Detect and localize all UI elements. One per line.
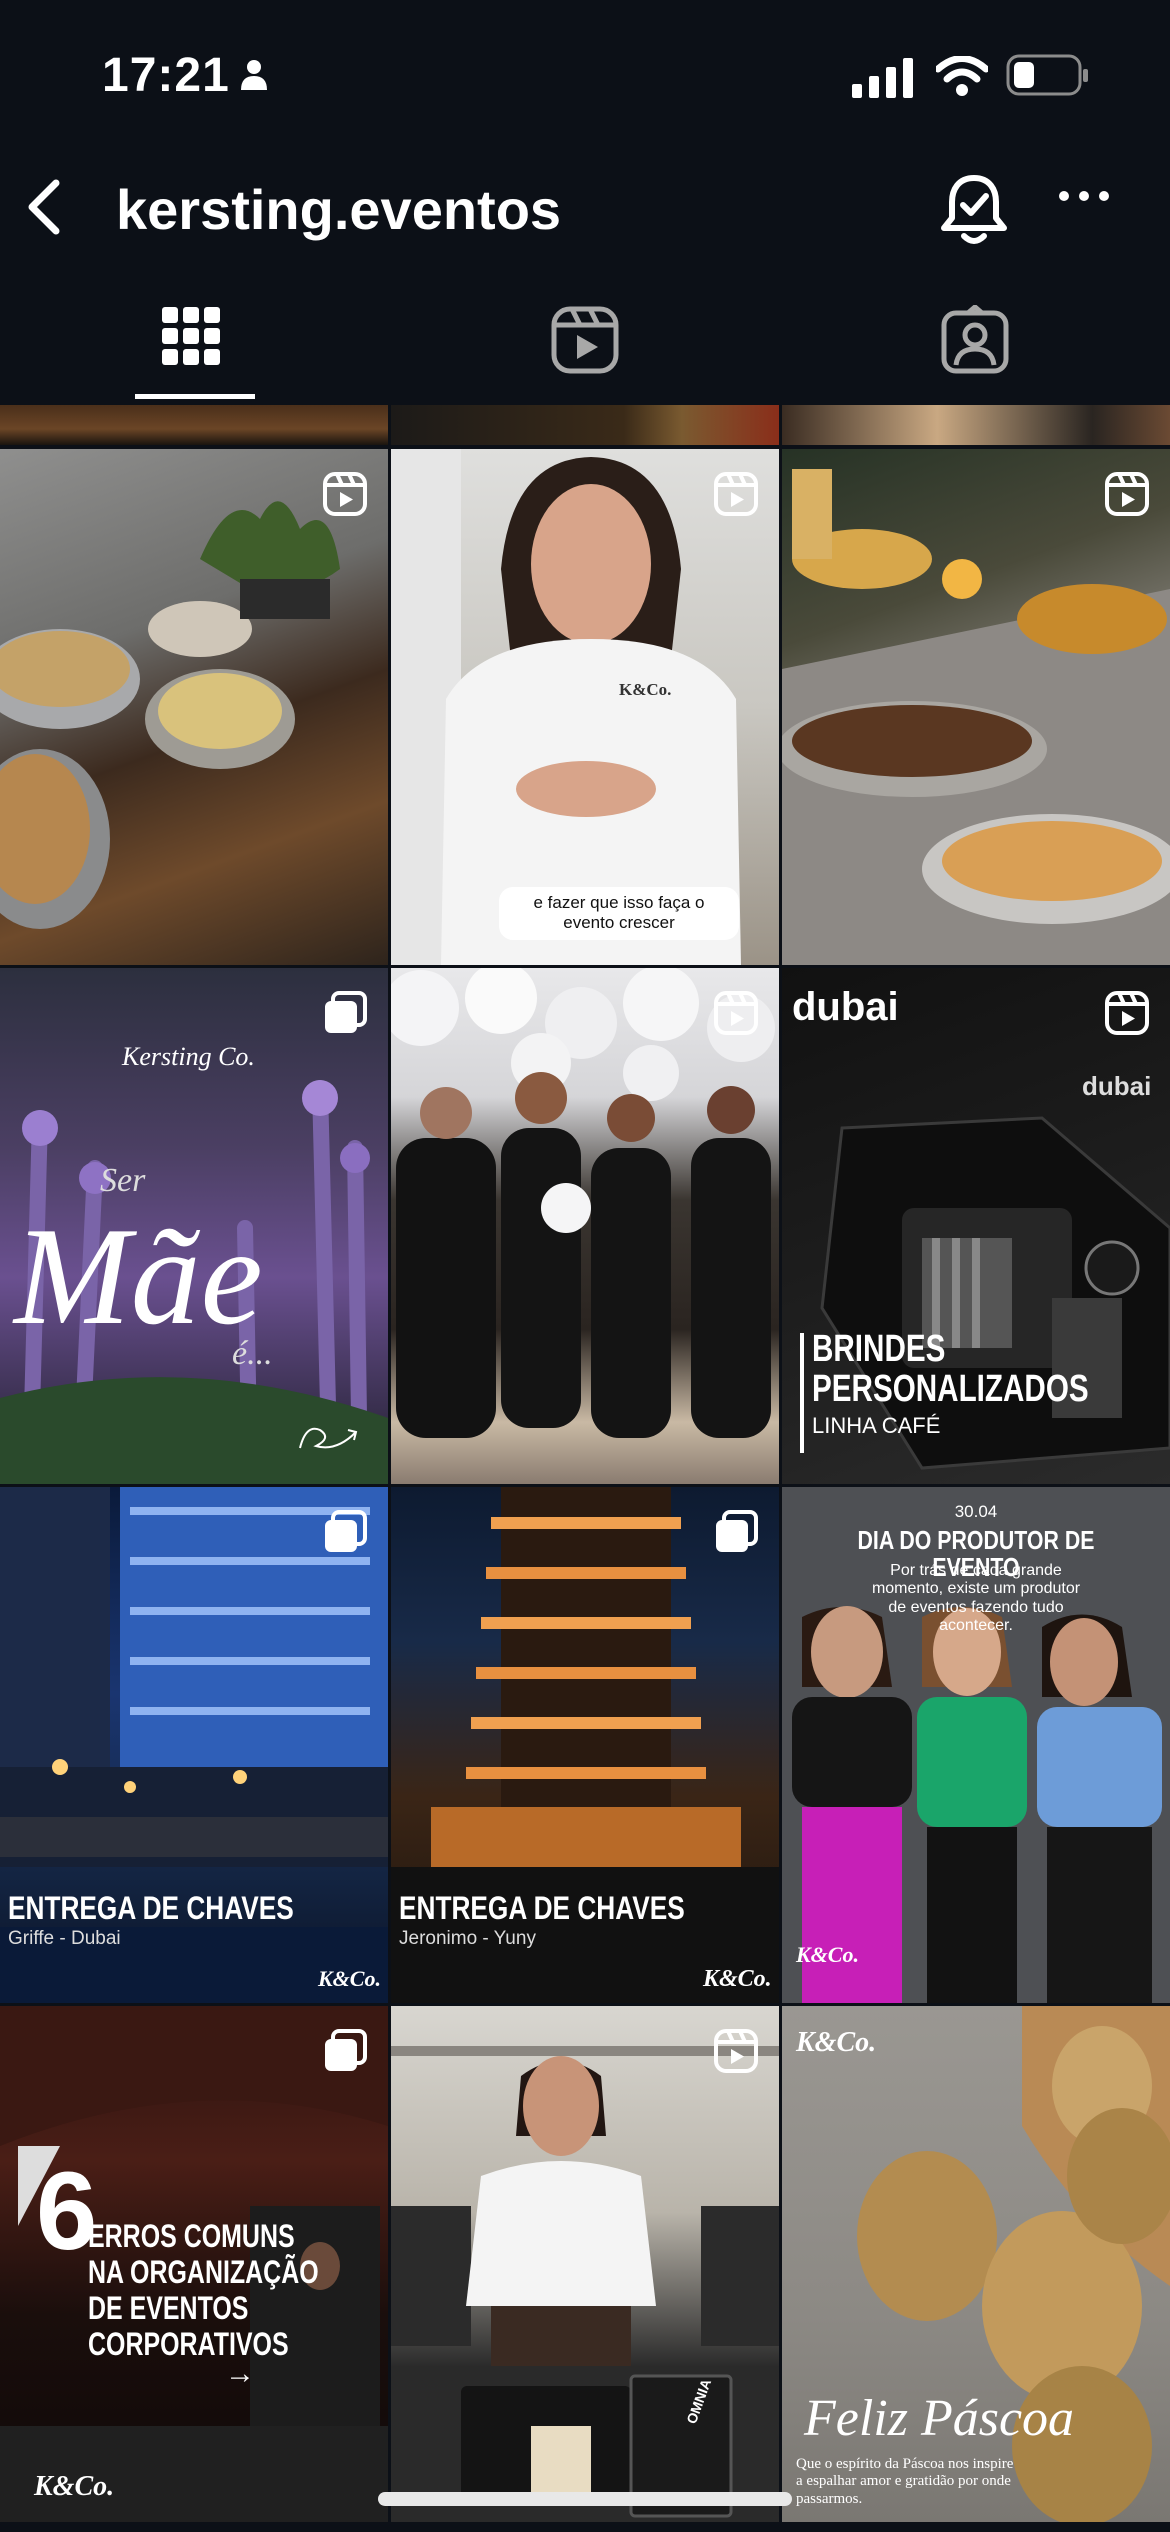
post-thumbnail[interactable]: dubai dubai BRINDES PERSONALIZADOS LINHA… (782, 968, 1170, 1484)
arrow-swirl-icon (299, 1427, 358, 1449)
post-thumbnail[interactable] (0, 449, 388, 965)
script-greeting: Feliz Páscoa (804, 2390, 1075, 2447)
post-thumbnail-partial[interactable] (0, 405, 388, 445)
post-subtitle: LINHA CAFÉ (812, 1413, 941, 1438)
back-arrow-icon[interactable] (22, 175, 66, 239)
profile-username: kersting.eventos (116, 178, 562, 241)
person-icon (241, 60, 267, 90)
post-subtitle: Griffe - Dubai (8, 1928, 121, 1949)
post-text: Por trás de cada grande momento, existe … (871, 1562, 1081, 1635)
dubai-logo: dubai (792, 985, 899, 1029)
post-thumbnail[interactable]: ENTREGA DE CHAVES Griffe - Dubai K&Co. (0, 1487, 388, 2003)
reel-icon (323, 472, 367, 516)
post-thumbnail[interactable]: 30.04 DIA DO PRODUTOR DE EVENTO Por trás… (782, 1487, 1170, 2003)
status-bar: 17:21 (0, 0, 1170, 150)
kco-logo: K&Co. (318, 1966, 381, 1991)
post-thumbnail[interactable]: OMNIA (391, 2006, 779, 2522)
reel-icon (714, 2029, 758, 2073)
battery-icon (1006, 54, 1088, 96)
post-thumbnail[interactable]: K&Co. e fazer que isso faça o evento cre… (391, 449, 779, 965)
post-thumbnail-partial[interactable] (391, 405, 779, 445)
post-arrow: → (225, 2357, 255, 2390)
carousel-icon (325, 1510, 367, 1552)
kco-logo: K&Co. (703, 1966, 772, 1992)
post-thumbnail[interactable]: Kersting Co. Ser Mãe é... (0, 968, 388, 1484)
cellular-signal-icon (852, 58, 913, 98)
post-title-line2: PERSONALIZADOS (812, 1368, 1089, 1410)
wifi-icon (936, 56, 988, 96)
tab-reels[interactable] (390, 275, 780, 405)
reel-icon (714, 472, 758, 516)
carousel-icon (716, 1510, 758, 1552)
shirt-logo: K&Co. (619, 680, 672, 699)
script-text-big: Mãe (14, 1199, 263, 1354)
carousel-icon (325, 2029, 367, 2071)
dubai-box-logo: dubai (1082, 1071, 1152, 1101)
reels-icon (551, 306, 619, 374)
brand-text: Kersting Co. (122, 1042, 255, 1071)
kco-logo: K&Co. (796, 2027, 877, 2058)
catering-table-image (782, 469, 1170, 965)
post-subtitle: Jeronimo - Yuny (399, 1928, 536, 1949)
post-thumbnail-partial[interactable] (782, 405, 1170, 445)
video-caption: e fazer que isso faça o evento crescer (499, 887, 739, 940)
status-time: 17:21 (102, 49, 230, 102)
kco-logo: K&Co. (796, 1942, 859, 1967)
tagged-user-icon (941, 305, 1009, 374)
post-title: ENTREGA DE CHAVES (8, 1890, 294, 1926)
kco-logo: K&Co. (34, 2471, 115, 2502)
post-title-line4: CORPORATIVOS (88, 2326, 289, 2362)
grid-icon (162, 307, 220, 365)
title-bar-divider (800, 1333, 804, 1453)
post-thumbnail[interactable]: ENTREGA DE CHAVES Jeronimo - Yuny K&Co. (391, 1487, 779, 2003)
woman-with-products-image (391, 2046, 779, 2522)
more-options-icon[interactable] (1058, 188, 1110, 204)
post-title-line3: DE EVENTOS (88, 2290, 249, 2326)
post-date: 30.04 (954, 1502, 998, 1521)
reel-icon (714, 991, 758, 1035)
post-thumbnail[interactable] (391, 968, 779, 1484)
posts-grid: K&Co. e fazer que isso faça o evento cre… (0, 405, 1170, 2532)
post-title: ENTREGA DE CHAVES (399, 1890, 685, 1926)
active-tab-indicator (135, 394, 255, 399)
profile-header: kersting.eventos (0, 150, 1170, 270)
food-buffet-image (0, 501, 340, 929)
post-title-line2: NA ORGANIZAÇÃO (88, 2254, 319, 2290)
home-indicator[interactable] (378, 2492, 792, 2506)
post-thumbnail[interactable] (782, 449, 1170, 965)
team-with-balloons-image (391, 968, 775, 1438)
notification-bell-icon[interactable] (938, 172, 1010, 248)
tab-posts-grid[interactable] (0, 275, 390, 405)
script-text-small: Ser (100, 1162, 146, 1199)
post-title-line1: BRINDES (812, 1328, 946, 1370)
post-title-line1: ERROS COMUNS (88, 2218, 295, 2254)
post-text: Que o espírito da Páscoa nos inspire a e… (796, 2456, 1014, 2507)
carousel-icon (325, 991, 367, 1033)
post-thumbnail[interactable]: K&Co. Feliz Páscoa Que o espírito da Pás… (782, 2006, 1170, 2522)
reel-icon (1105, 991, 1149, 1035)
post-thumbnail[interactable]: 6 ERROS COMUNS NA ORGANIZAÇÃO DE EVENTOS… (0, 2006, 388, 2522)
profile-tabs (0, 275, 1170, 405)
reel-icon (1105, 472, 1149, 516)
tab-tagged[interactable] (780, 275, 1170, 405)
script-text-end: é... (232, 1335, 273, 1372)
